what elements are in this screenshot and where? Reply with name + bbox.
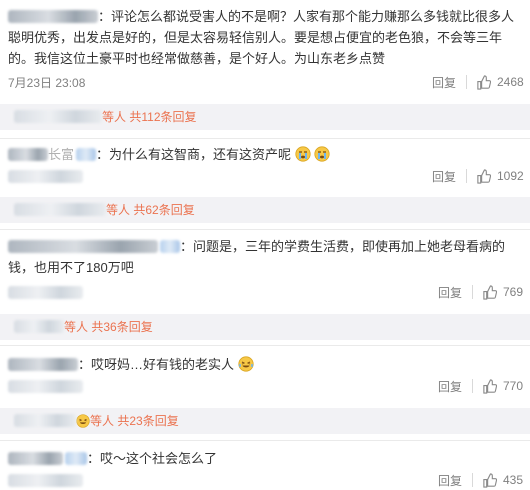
reply-name[interactable] (14, 110, 102, 123)
sub-suffix: 等人 (64, 320, 89, 334)
comment-1: ：评论怎么都说受害人的不是啊？人家有那个能力赚那么多钱就比很多人聪明优秀，出发点… (0, 6, 530, 69)
reply-button[interactable]: 回复 (438, 472, 462, 489)
commenter-name[interactable] (8, 452, 63, 465)
separator (0, 138, 530, 139)
comment-5: ：哎～这个社会怎么了 (0, 448, 530, 469)
more-replies-link[interactable]: 共112条回复 (129, 110, 196, 124)
sub-replies-4: 等人 共23条回复 (0, 408, 530, 434)
reply-name[interactable] (14, 203, 106, 216)
crying-face-icon (314, 146, 330, 162)
reply-name[interactable] (14, 414, 76, 427)
reply-button[interactable]: 回复 (432, 74, 456, 91)
comment-4: ：哎呀妈…好有钱的老实人 (0, 354, 530, 375)
comment-5-meta: 回复 435 (0, 470, 530, 490)
more-replies-link[interactable]: 共36条回复 (91, 320, 152, 334)
comment-2: 长富 ：为什么有这智商，还有这资产呢 (0, 144, 530, 165)
thumbs-up-icon (483, 284, 497, 300)
reply-name[interactable] (14, 320, 64, 333)
sub-suffix: 等人 (90, 414, 115, 428)
like-button[interactable]: 769 (482, 282, 523, 302)
reply-button[interactable]: 回复 (438, 284, 462, 301)
commenter-name[interactable] (8, 10, 98, 23)
like-count: 1092 (497, 169, 524, 183)
reply-button[interactable]: 回复 (438, 378, 462, 395)
separator (0, 440, 530, 441)
comment-time: 7月23日 23:08 (8, 76, 86, 90)
commenter-badge (65, 452, 87, 465)
divider (466, 75, 467, 89)
thumbs-up-icon (483, 378, 497, 394)
divider (466, 169, 467, 183)
sub-replies-2: 等人 共62条回复 (0, 197, 530, 223)
like-button[interactable]: 770 (482, 376, 523, 396)
sub-replies-1: 等人 共112条回复 (0, 104, 530, 130)
commenter-name[interactable] (8, 148, 48, 161)
thumbs-up-icon (477, 74, 491, 90)
comment-4-meta: 回复 770 (0, 376, 530, 396)
thumbs-up-icon (477, 168, 491, 184)
commenter-badge (76, 148, 97, 161)
more-replies-link[interactable]: 共23条回复 (117, 414, 178, 428)
comment-time (8, 380, 83, 393)
divider (472, 473, 473, 487)
like-count: 769 (503, 285, 524, 299)
comment-time (8, 170, 83, 183)
sub-replies-3: 等人 共36条回复 (0, 314, 530, 340)
like-count: 2468 (497, 75, 524, 89)
comment-time (8, 474, 83, 487)
comment-text: ：为什么有这智商，还有这资产呢 (96, 147, 292, 162)
sub-suffix: 等人 (106, 203, 131, 217)
comment-time (8, 286, 83, 299)
thumbs-up-icon (483, 472, 497, 488)
like-button[interactable]: 435 (482, 470, 523, 490)
sub-suffix: 等人 (102, 110, 127, 124)
like-count: 770 (503, 379, 524, 393)
like-count: 435 (503, 473, 524, 487)
laughing-face-icon (238, 356, 254, 372)
comment-text: ：哎呀妈…好有钱的老实人 (78, 357, 235, 372)
commenter-name[interactable] (8, 358, 78, 371)
more-replies-link[interactable]: 共62条回复 (133, 203, 194, 217)
like-button[interactable]: 1092 (476, 166, 524, 186)
commenter-name-tail[interactable]: 长富 (48, 147, 74, 162)
comment-text: ：哎～这个社会怎么了 (87, 451, 218, 466)
separator (0, 229, 530, 230)
laughing-face-icon (76, 414, 90, 428)
like-button[interactable]: 2468 (476, 72, 524, 92)
commenter-badge (160, 240, 180, 253)
comment-1-meta: 7月23日 23:08 回复 2468 (0, 72, 530, 92)
commenter-name[interactable] (8, 240, 158, 253)
comment-3: ：问题是，三年的学费生活费，即使再加上她老母看病的钱，也用不了180万吧 (0, 236, 530, 278)
crying-face-icon (295, 146, 311, 162)
divider (472, 379, 473, 393)
comment-3-meta: 回复 769 (0, 282, 530, 302)
separator (0, 345, 530, 346)
comment-2-meta: 回复 1092 (0, 166, 530, 186)
reply-button[interactable]: 回复 (432, 168, 456, 185)
divider (472, 285, 473, 299)
